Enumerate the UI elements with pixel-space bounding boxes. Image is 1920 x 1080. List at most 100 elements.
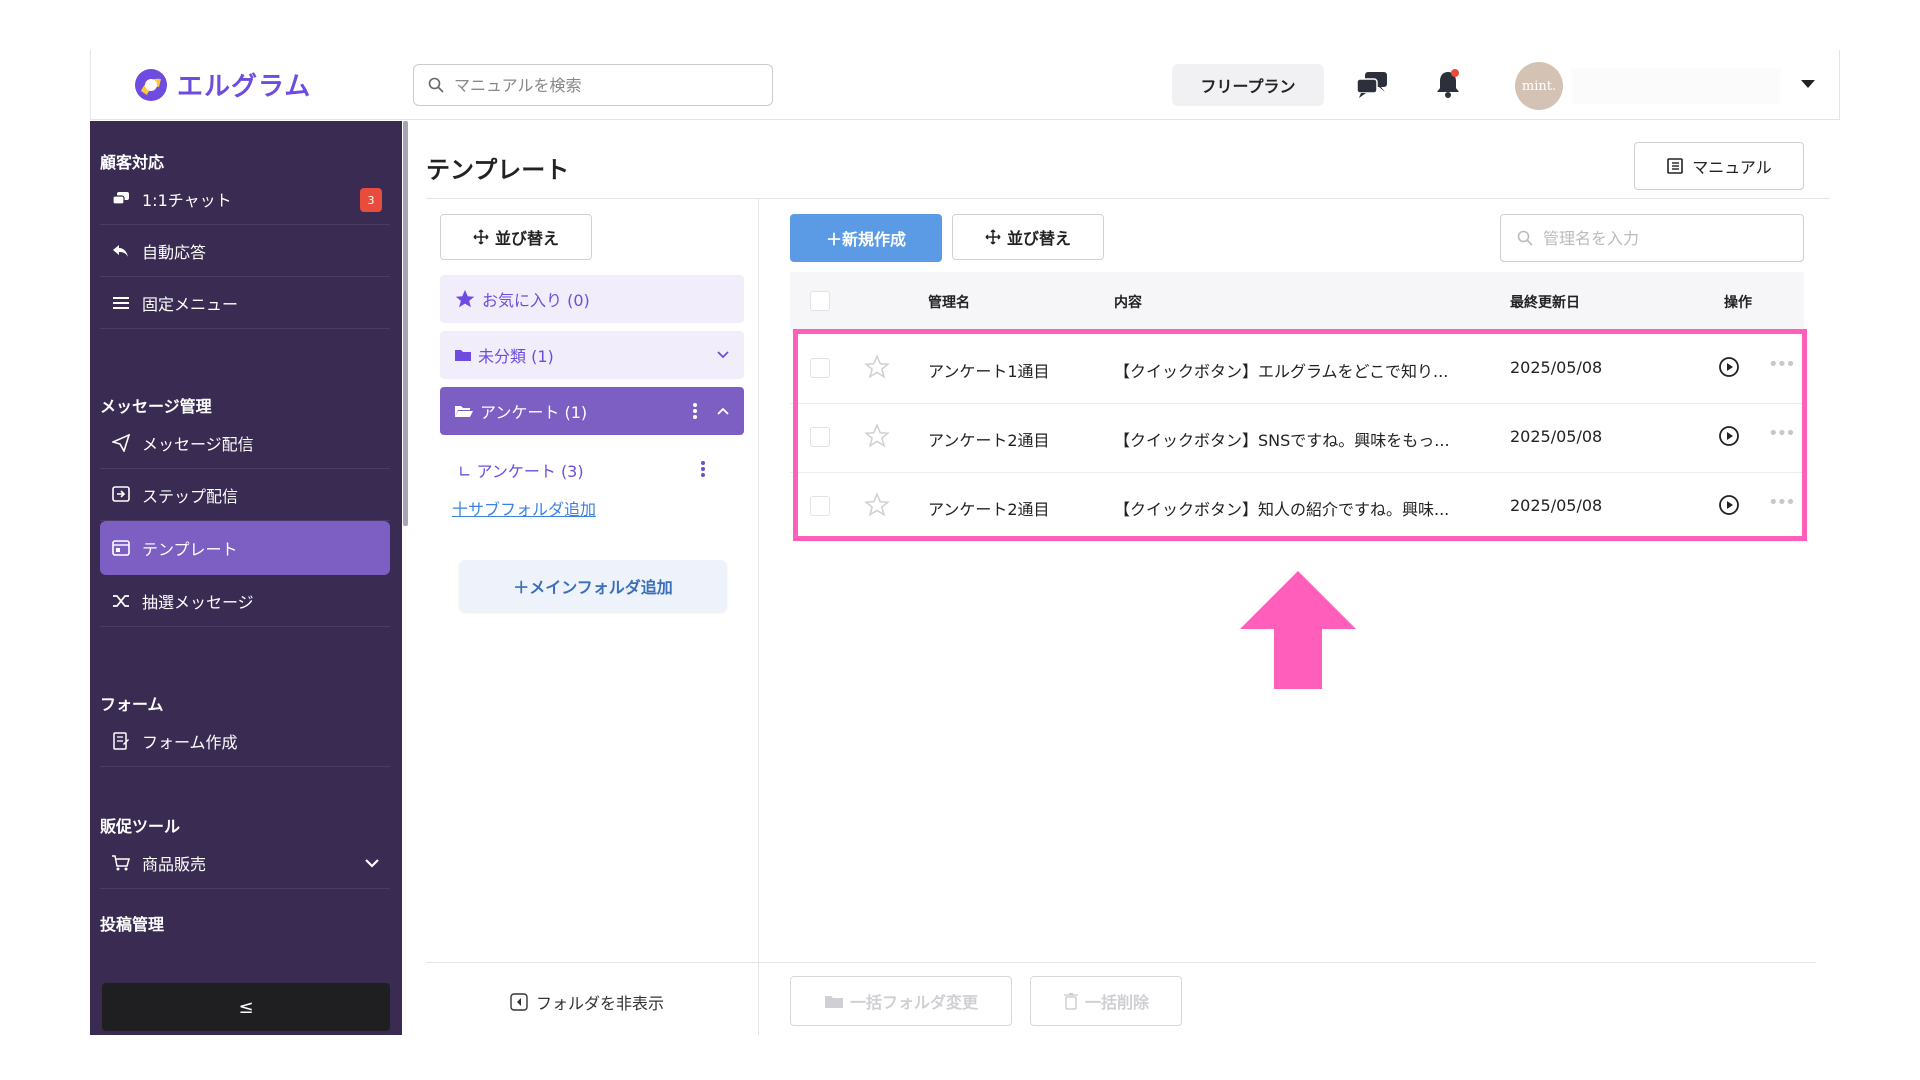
chevron-up-icon[interactable] <box>716 406 730 416</box>
chevron-down-icon[interactable] <box>364 858 380 868</box>
step-icon <box>110 485 132 504</box>
sidebar-scrollbar[interactable] <box>403 121 408 526</box>
list-sort-label: 並び替え <box>1006 229 1071 248</box>
section-customer: 顧客対応 <box>100 153 165 172</box>
caret-down-icon[interactable] <box>1801 80 1815 88</box>
sidebar-item-label: 1:1チャット <box>142 190 232 210</box>
sidebar-item-label: テンプレート <box>142 540 238 559</box>
brand-name: エルグラム <box>177 72 312 102</box>
plan-button[interactable]: フリープラン <box>1172 64 1324 106</box>
folder-icon <box>824 996 843 1008</box>
select-all-checkbox[interactable] <box>810 291 830 311</box>
page-title: テンプレート <box>426 156 570 184</box>
sidebar-item-label: 抽選メッセージ <box>142 592 254 612</box>
chat-bubbles-icon[interactable] <box>1355 70 1389 100</box>
kebab-menu-icon[interactable] <box>692 402 698 420</box>
section-posts: 投稿管理 <box>100 915 165 934</box>
sidebar-item-broadcast[interactable]: メッセージ配信 <box>100 417 390 469</box>
manual-search[interactable] <box>413 64 773 106</box>
sidebar-item-lottery[interactable]: 抽選メッセージ <box>100 575 390 627</box>
folder-favorites[interactable]: お気に入り (0) <box>440 275 744 323</box>
divider <box>426 962 1816 963</box>
user-name[interactable] <box>1571 68 1781 104</box>
add-subfolder-link[interactable]: 十サブフォルダ追加 <box>452 496 596 520</box>
move-icon <box>473 229 489 245</box>
folder-uncategorized-label: 未分類 (1) <box>478 347 554 366</box>
sidebar-item-label: フォーム作成 <box>142 732 238 752</box>
sidebar-item-form[interactable]: フォーム作成 <box>100 715 390 767</box>
sidebar-item-chat[interactable]: 1:1チャット 3 <box>100 173 390 225</box>
name-filter-input[interactable] <box>1541 227 1785 249</box>
shuffle-icon <box>110 593 132 609</box>
star-icon <box>454 288 476 310</box>
column-updated[interactable]: 最終更新日 <box>1510 292 1580 312</box>
chevron-down-icon[interactable] <box>716 350 730 360</box>
sidebar-item-label: 固定メニュー <box>142 294 239 314</box>
sidebar-item-fixed-menu[interactable]: 固定メニュー <box>100 277 390 329</box>
folder-open-icon <box>454 403 474 419</box>
column-name[interactable]: 管理名 <box>928 292 970 312</box>
folder-uncategorized[interactable]: 未分類 (1) <box>440 331 744 379</box>
top-header: エルグラム フリープラン mint. <box>90 50 1840 120</box>
column-actions: 操作 <box>1724 295 1752 311</box>
manual-label: マニュアル <box>1692 158 1772 177</box>
avatar[interactable]: mint. <box>1515 62 1563 110</box>
manual-button[interactable]: マニュアル <box>1634 142 1804 190</box>
folder-sort-button[interactable]: 並び替え <box>440 214 592 260</box>
folder-favorites-label: お気に入り (0) <box>482 291 590 310</box>
chat-icon <box>110 191 132 207</box>
sidebar-item-step[interactable]: ステップ配信 <box>100 469 390 521</box>
brand-logo[interactable]: エルグラム <box>133 66 311 103</box>
unread-badge: 3 <box>360 188 382 212</box>
sidebar-item-label: 商品販売 <box>142 854 207 874</box>
section-promo: 販促ツール <box>100 817 181 836</box>
send-icon <box>110 433 132 452</box>
cart-icon <box>110 854 132 872</box>
hide-folder-button[interactable]: フォルダを非表示 <box>510 990 664 1014</box>
sidebar-item-template[interactable]: テンプレート <box>100 521 390 575</box>
folder-sort-label: 並び替え <box>494 229 559 248</box>
bell-icon[interactable] <box>1433 68 1463 100</box>
list-sort-button[interactable]: 並び替え <box>952 214 1104 260</box>
name-filter[interactable] <box>1500 214 1804 262</box>
search-icon <box>428 77 444 93</box>
divider <box>758 199 759 1035</box>
template-icon <box>110 539 132 557</box>
divider <box>426 198 1830 199</box>
table-header: 管理名 内容 最終更新日 操作 <box>790 272 1804 330</box>
sub-folder-survey[interactable]: ∟ アンケート (3) <box>458 458 584 482</box>
kebab-menu-icon[interactable] <box>700 460 706 478</box>
section-message: メッセージ管理 <box>100 397 212 416</box>
folder-icon <box>454 347 472 363</box>
sidebar: 顧客対応 1:1チャット 3 自動応答 固定メニュー メッセージ管理 メッセージ… <box>90 121 408 1035</box>
bulk-delete-button[interactable]: 一括削除 <box>1030 976 1182 1026</box>
new-template-button[interactable]: ＋新規作成 <box>790 214 942 262</box>
section-form: フォーム <box>100 695 164 714</box>
book-icon <box>1667 158 1684 174</box>
move-icon <box>985 229 1001 245</box>
sidebar-item-auto-reply[interactable]: 自動応答 <box>100 225 390 277</box>
folder-survey-label: アンケート (1) <box>480 403 588 422</box>
trash-icon <box>1063 993 1078 1010</box>
add-main-folder-button[interactable]: ＋メインフォルダ追加 <box>459 560 727 612</box>
menu-icon <box>110 295 132 311</box>
sidebar-item-label: 自動応答 <box>142 242 207 262</box>
bulk-folder-change-button[interactable]: 一括フォルダ変更 <box>790 976 1012 1026</box>
sidebar-item-label: メッセージ配信 <box>142 434 254 454</box>
bulk-delete-label: 一括削除 <box>1084 993 1149 1012</box>
logo-icon <box>135 68 167 101</box>
folder-survey[interactable]: アンケート (1) <box>440 387 744 435</box>
manual-search-input[interactable] <box>452 74 756 96</box>
search-icon <box>1517 230 1533 246</box>
sidebar-item-sales[interactable]: 商品販売 <box>100 837 390 889</box>
reply-icon <box>110 243 132 259</box>
sidebar-item-label: ステップ配信 <box>142 486 239 506</box>
collapse-left-icon <box>510 993 528 1011</box>
hide-folder-label: フォルダを非表示 <box>536 994 665 1013</box>
sidebar-collapse-button[interactable]: ≤ <box>102 983 390 1031</box>
app-window: エルグラム フリープラン mint. 顧客対応 <box>90 50 1840 1035</box>
up-arrow-icon <box>1240 571 1356 689</box>
bulk-folder-label: 一括フォルダ変更 <box>849 993 978 1012</box>
form-icon <box>110 731 132 750</box>
highlight-box <box>793 329 1807 541</box>
